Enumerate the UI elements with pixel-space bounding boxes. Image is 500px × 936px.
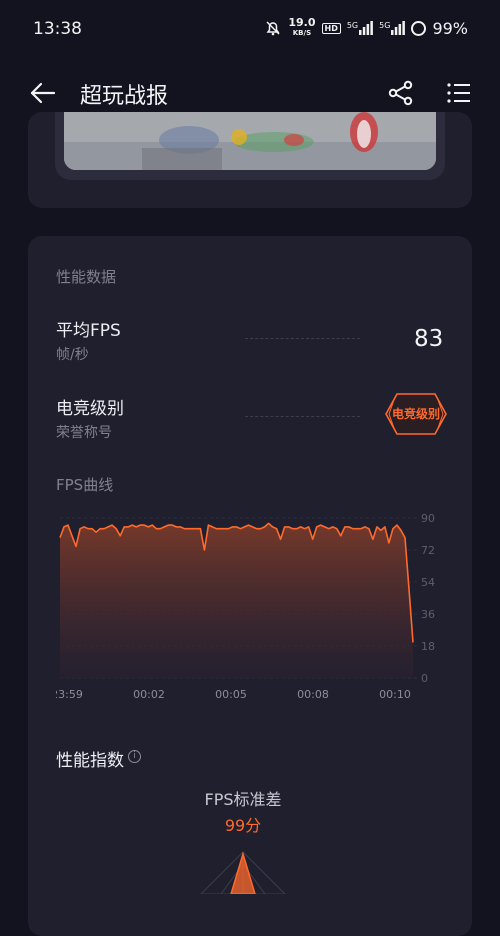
network-rate: 19.0 KB/S <box>288 17 315 38</box>
hd-badge: HD <box>321 22 341 34</box>
status-icons: 19.0 KB/S HD 5G 5G 99% <box>264 17 468 38</box>
signal-2-label: 5G <box>379 21 391 30</box>
status-bar: 13:38 19.0 KB/S HD 5G 5G 99% <box>0 0 500 58</box>
fps-curve-chart: 90 72 54 36 18 0 23:59 00:02 00:05 00:08 00:10 <box>56 512 435 701</box>
game-screenshot[interactable] <box>64 112 436 170</box>
signal-bars-icon <box>359 21 374 35</box>
y-tick-label: 36 <box>421 608 435 621</box>
esports-level-title: 电竞级别 <box>56 399 124 419</box>
mute-bell-icon <box>266 21 280 36</box>
divider-dots <box>245 338 360 339</box>
x-tick-label: 23:59 <box>56 688 83 701</box>
esports-level-badge: 电竞级别 <box>385 392 447 436</box>
section-label-performance: 性能数据 <box>56 268 117 286</box>
share-icon[interactable] <box>386 78 416 108</box>
x-tick-label: 00:05 <box>215 688 247 701</box>
x-tick-labels: 23:59 00:02 00:05 00:08 00:10 <box>56 688 411 701</box>
y-tick-label: 90 <box>421 512 435 525</box>
y-tick-label: 72 <box>421 544 435 557</box>
radar-metric-score: 99分 <box>224 816 262 835</box>
radar-metric-title: FPS标准差 <box>204 790 282 809</box>
radar-chart <box>200 851 286 894</box>
network-rate-unit: KB/S <box>292 29 312 37</box>
x-tick-label: 00:08 <box>297 688 329 701</box>
game-screenshot-card <box>28 112 472 208</box>
signal-icon-2: 5G <box>379 21 406 35</box>
battery-icon <box>411 20 427 36</box>
esports-level-badge-text: 电竞级别 <box>391 407 440 421</box>
x-tick-label: 00:02 <box>133 688 165 701</box>
esports-level-subtitle: 荣誉称号 <box>56 425 112 441</box>
y-tick-label: 54 <box>421 576 435 589</box>
signal-bars-icon-2 <box>391 21 406 35</box>
list-menu-icon[interactable] <box>444 78 474 108</box>
back-arrow-icon[interactable] <box>28 78 58 108</box>
avg-fps-value: 83 <box>414 326 444 352</box>
performance-card: 性能数据 平均FPS 帧/秒 83 电竞级别 荣誉称号 电竞级别 FPS曲线 9… <box>28 236 472 936</box>
y-tick-label: 0 <box>421 672 428 685</box>
y-tick-label: 18 <box>421 640 435 653</box>
avg-fps-subtitle: 帧/秒 <box>56 347 89 363</box>
y-tick-labels: 90 72 54 36 18 0 <box>421 512 435 685</box>
avg-fps-title: 平均FPS <box>56 321 121 341</box>
signal-icon-1: 5G <box>346 21 374 35</box>
section-label-fps-curve: FPS曲线 <box>56 476 114 494</box>
divider-dots-2 <box>245 416 360 417</box>
info-icon[interactable]: i <box>128 750 141 763</box>
game-scene-art <box>64 112 436 170</box>
x-tick-label: 00:10 <box>379 688 411 701</box>
performance-index-title: 性能指数 <box>56 751 124 771</box>
signal-1-label: 5G <box>346 21 359 30</box>
fps-area-fill <box>60 523 413 678</box>
page-title: 超玩战报 <box>80 84 169 109</box>
status-time: 13:38 <box>33 19 82 39</box>
battery-level: 99% <box>432 18 468 38</box>
